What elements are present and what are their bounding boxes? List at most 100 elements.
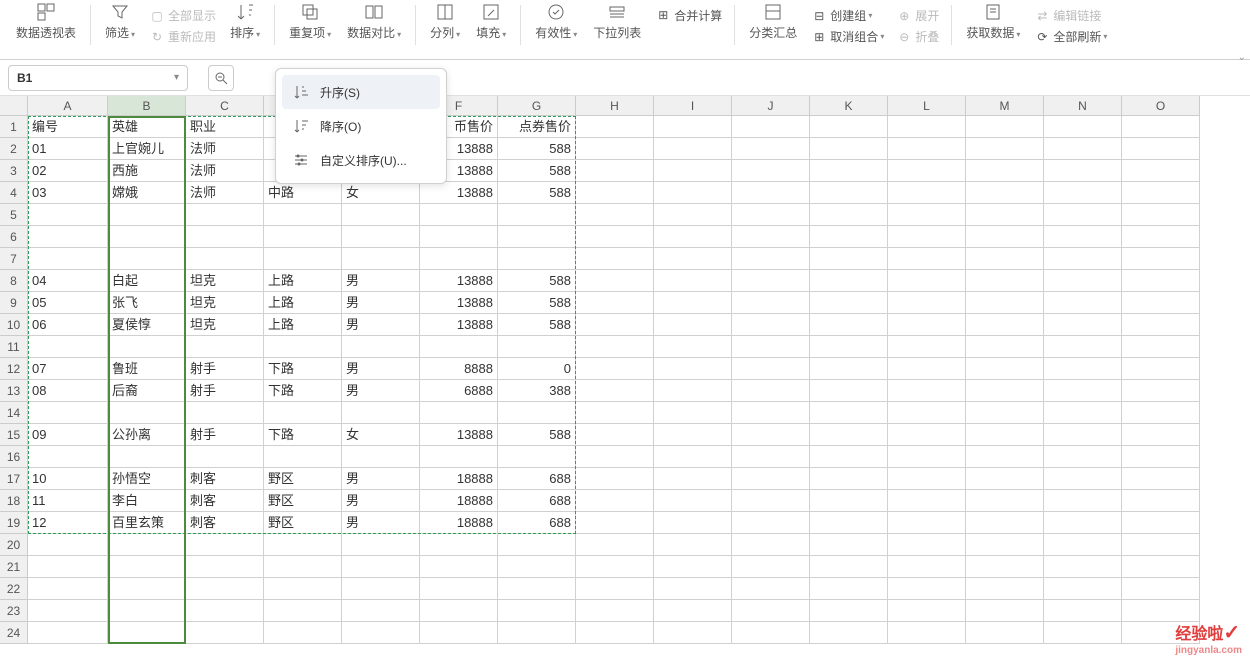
- cell-C4[interactable]: 法师: [186, 182, 264, 204]
- cell-H24[interactable]: [576, 622, 654, 644]
- cell-H5[interactable]: [576, 204, 654, 226]
- datacompare-button[interactable]: 数据对比▾: [339, 0, 409, 43]
- cell-C16[interactable]: [186, 446, 264, 468]
- cell-L8[interactable]: [888, 270, 966, 292]
- cell-O15[interactable]: [1122, 424, 1200, 446]
- cell-M23[interactable]: [966, 600, 1044, 622]
- cell-O18[interactable]: [1122, 490, 1200, 512]
- cell-K13[interactable]: [810, 380, 888, 402]
- cell-M24[interactable]: [966, 622, 1044, 644]
- cell-I17[interactable]: [654, 468, 732, 490]
- cell-L18[interactable]: [888, 490, 966, 512]
- ungroup-button[interactable]: ⊞取消组合▾: [805, 26, 890, 47]
- cell-B17[interactable]: 孙悟空: [108, 468, 186, 490]
- cell-B1[interactable]: 英雄: [108, 116, 186, 138]
- validation-button[interactable]: 有效性▾: [527, 0, 585, 43]
- cell-B16[interactable]: [108, 446, 186, 468]
- cell-I13[interactable]: [654, 380, 732, 402]
- cell-H1[interactable]: [576, 116, 654, 138]
- sort-asc-item[interactable]: 升序(S): [282, 75, 440, 109]
- cell-O3[interactable]: [1122, 160, 1200, 182]
- cell-I1[interactable]: [654, 116, 732, 138]
- cell-B2[interactable]: 上官婉儿: [108, 138, 186, 160]
- cell-M19[interactable]: [966, 512, 1044, 534]
- cell-N3[interactable]: [1044, 160, 1122, 182]
- cell-C8[interactable]: 坦克: [186, 270, 264, 292]
- cell-N20[interactable]: [1044, 534, 1122, 556]
- cell-L12[interactable]: [888, 358, 966, 380]
- cell-C18[interactable]: 刺客: [186, 490, 264, 512]
- cell-F11[interactable]: [420, 336, 498, 358]
- editlinks-button[interactable]: ⇄编辑链接: [1028, 5, 1113, 26]
- row-header-2[interactable]: 2: [0, 138, 28, 160]
- cell-D17[interactable]: 野区: [264, 468, 342, 490]
- cell-B11[interactable]: [108, 336, 186, 358]
- cell-C1[interactable]: 职业: [186, 116, 264, 138]
- cell-H15[interactable]: [576, 424, 654, 446]
- cell-O21[interactable]: [1122, 556, 1200, 578]
- cell-O19[interactable]: [1122, 512, 1200, 534]
- cell-N21[interactable]: [1044, 556, 1122, 578]
- row-header-13[interactable]: 13: [0, 380, 28, 402]
- col-header-C[interactable]: C: [186, 96, 264, 116]
- cell-O8[interactable]: [1122, 270, 1200, 292]
- cell-E21[interactable]: [342, 556, 420, 578]
- cell-L9[interactable]: [888, 292, 966, 314]
- cell-L15[interactable]: [888, 424, 966, 446]
- cell-F5[interactable]: [420, 204, 498, 226]
- cell-K1[interactable]: [810, 116, 888, 138]
- cell-B15[interactable]: 公孙离: [108, 424, 186, 446]
- row-header-20[interactable]: 20: [0, 534, 28, 556]
- cell-A14[interactable]: [28, 402, 108, 424]
- cell-N4[interactable]: [1044, 182, 1122, 204]
- cell-B13[interactable]: 后裔: [108, 380, 186, 402]
- zoom-out-button[interactable]: [208, 65, 234, 91]
- cell-K15[interactable]: [810, 424, 888, 446]
- cell-O11[interactable]: [1122, 336, 1200, 358]
- cell-M15[interactable]: [966, 424, 1044, 446]
- cell-A21[interactable]: [28, 556, 108, 578]
- cell-A20[interactable]: [28, 534, 108, 556]
- cell-I15[interactable]: [654, 424, 732, 446]
- col-header-G[interactable]: G: [498, 96, 576, 116]
- cell-A8[interactable]: 04: [28, 270, 108, 292]
- cell-D15[interactable]: 下路: [264, 424, 342, 446]
- cell-M9[interactable]: [966, 292, 1044, 314]
- cell-B7[interactable]: [108, 248, 186, 270]
- cell-F4[interactable]: 13888: [420, 182, 498, 204]
- cell-C23[interactable]: [186, 600, 264, 622]
- cell-L10[interactable]: [888, 314, 966, 336]
- cell-D8[interactable]: 上路: [264, 270, 342, 292]
- cell-N18[interactable]: [1044, 490, 1122, 512]
- col-header-J[interactable]: J: [732, 96, 810, 116]
- cell-D24[interactable]: [264, 622, 342, 644]
- cell-J8[interactable]: [732, 270, 810, 292]
- cell-N15[interactable]: [1044, 424, 1122, 446]
- cell-A7[interactable]: [28, 248, 108, 270]
- cell-N6[interactable]: [1044, 226, 1122, 248]
- cell-K21[interactable]: [810, 556, 888, 578]
- cell-N23[interactable]: [1044, 600, 1122, 622]
- col-header-I[interactable]: I: [654, 96, 732, 116]
- cell-N9[interactable]: [1044, 292, 1122, 314]
- cell-C15[interactable]: 射手: [186, 424, 264, 446]
- cell-E14[interactable]: [342, 402, 420, 424]
- cell-D23[interactable]: [264, 600, 342, 622]
- cell-A13[interactable]: 08: [28, 380, 108, 402]
- cell-M14[interactable]: [966, 402, 1044, 424]
- cell-O4[interactable]: [1122, 182, 1200, 204]
- row-header-1[interactable]: 1: [0, 116, 28, 138]
- cell-H17[interactable]: [576, 468, 654, 490]
- cell-G21[interactable]: [498, 556, 576, 578]
- cell-G19[interactable]: 688: [498, 512, 576, 534]
- cell-M1[interactable]: [966, 116, 1044, 138]
- cell-E4[interactable]: 女: [342, 182, 420, 204]
- cell-H14[interactable]: [576, 402, 654, 424]
- cell-A1[interactable]: 编号: [28, 116, 108, 138]
- cell-A23[interactable]: [28, 600, 108, 622]
- cell-N5[interactable]: [1044, 204, 1122, 226]
- cell-E10[interactable]: 男: [342, 314, 420, 336]
- cell-E11[interactable]: [342, 336, 420, 358]
- row-header-16[interactable]: 16: [0, 446, 28, 468]
- row-header-14[interactable]: 14: [0, 402, 28, 424]
